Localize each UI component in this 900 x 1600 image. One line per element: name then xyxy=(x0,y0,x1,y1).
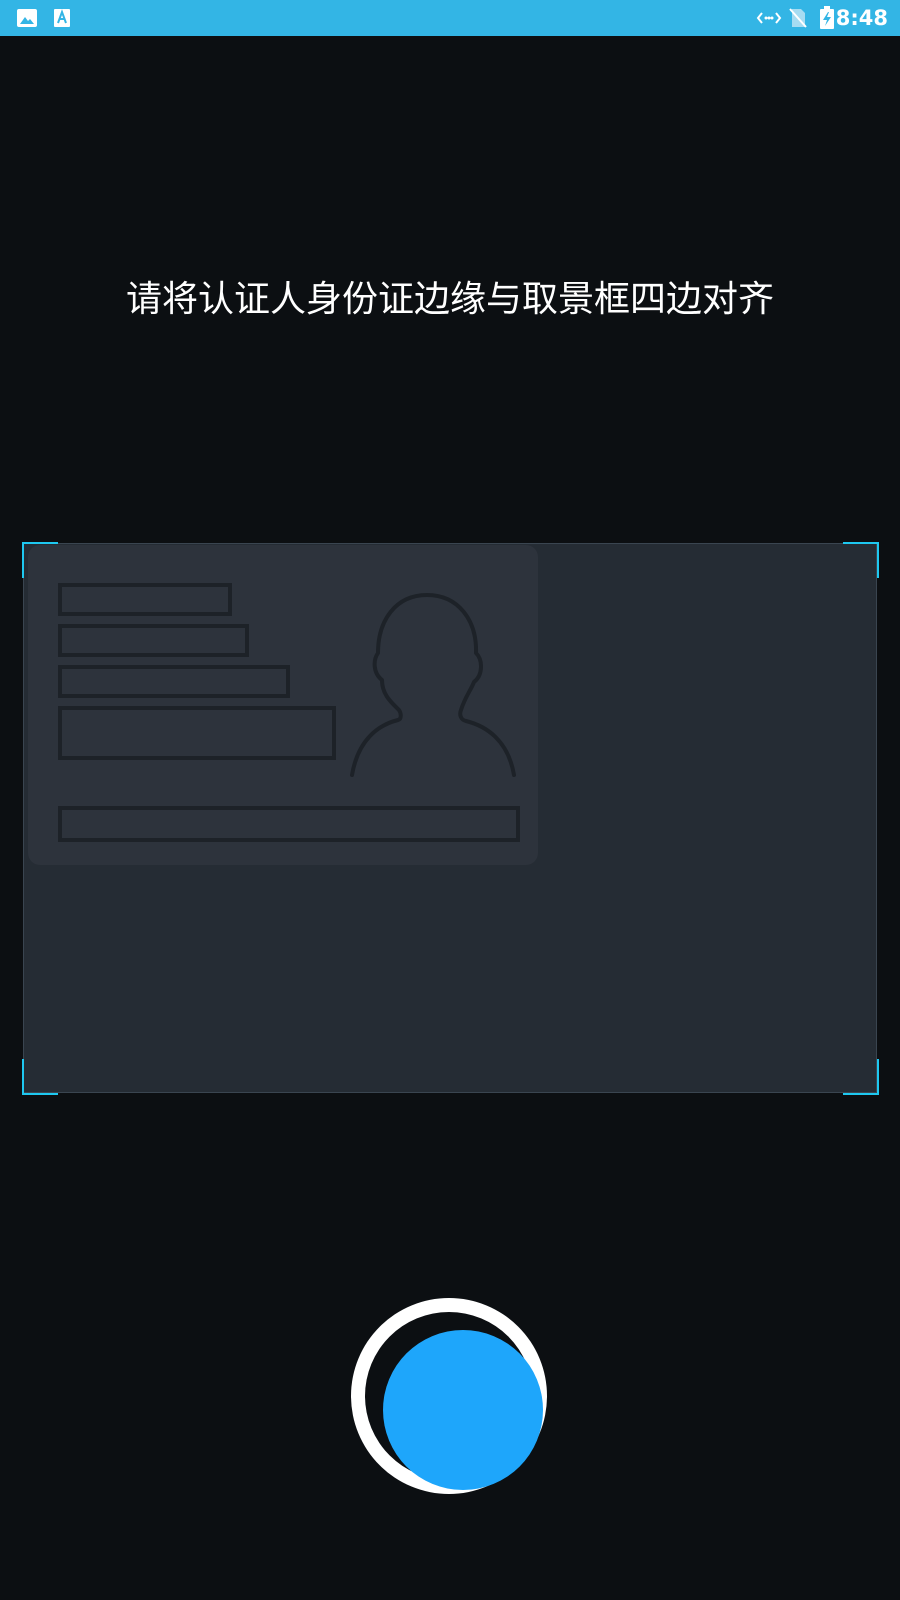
id-card-guide-icon xyxy=(28,545,538,865)
viewfinder-corner-bottom-left xyxy=(22,1059,58,1095)
battery-charging-icon xyxy=(819,6,835,34)
gallery-icon xyxy=(16,8,38,32)
camera-screen: 8:48 请将认证人身份证边缘与取景框四边对齐 xyxy=(0,0,900,1600)
shutter-core xyxy=(383,1330,543,1490)
status-time: 8:48 xyxy=(835,6,888,30)
status-bar: 8:48 xyxy=(0,0,900,36)
shutter-button[interactable] xyxy=(351,1298,547,1494)
shutter-ring xyxy=(365,1312,543,1490)
instruction-text: 请将认证人身份证边缘与取景框四边对齐 xyxy=(125,279,774,320)
viewfinder-corner-top-right xyxy=(843,542,879,578)
data-sync-icon xyxy=(756,8,782,32)
no-sim-icon xyxy=(788,7,808,33)
viewfinder-corner-bottom-right xyxy=(843,1059,879,1095)
viewfinder-corner-top-left xyxy=(22,542,58,578)
font-a-icon xyxy=(53,8,71,32)
